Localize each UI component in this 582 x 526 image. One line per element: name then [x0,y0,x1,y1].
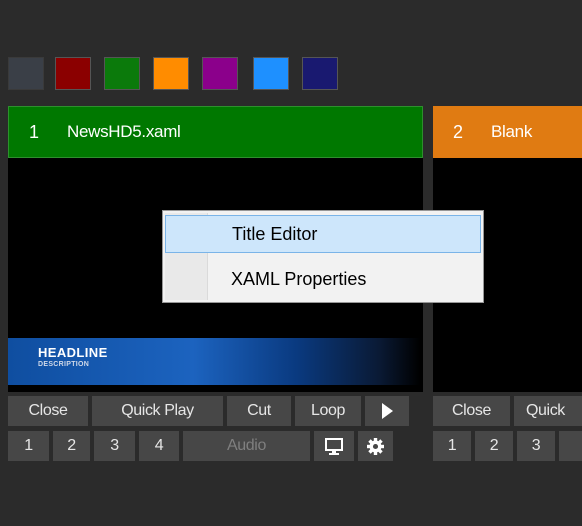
quick-play-button[interactable]: Quick Play [92,396,223,426]
context-menu: Title Editor XAML Properties [162,210,484,303]
preview-1-header[interactable]: 1 NewsHD5.xaml [8,106,423,158]
loop-button[interactable]: Loop [295,396,361,426]
close-button[interactable]: Close [8,396,88,426]
preview-2-controls: Close Quick [433,396,582,426]
preview-2-header[interactable]: 2 Blank [433,106,582,158]
lower-third-graphic: HEADLINE DESCRIPTION [8,338,420,385]
color-swatch-navy[interactable] [302,57,338,90]
preview-1-number: 1 [29,121,40,142]
play-icon [381,403,393,419]
color-swatch-purple[interactable] [202,57,238,90]
settings-button[interactable] [358,431,393,461]
output-1-button[interactable]: 1 [8,431,49,461]
output-1-button-2[interactable]: 1 [433,431,471,461]
color-swatch-orange[interactable] [153,57,189,90]
lower-third-headline: HEADLINE [38,345,108,360]
output-4-button[interactable]: 4 [139,431,179,461]
preview-1-name: NewsHD5.xaml [67,122,181,141]
preview-2-output-controls: 1 2 3 [433,431,582,461]
monitor-icon [325,437,343,455]
color-swatch-red[interactable] [55,57,91,90]
gear-icon [367,437,384,455]
output-3-button[interactable]: 3 [94,431,135,461]
color-swatch-blue[interactable] [253,57,289,90]
color-swatch-green[interactable] [104,57,140,90]
cut-button[interactable]: Cut [227,396,291,426]
preview-1-controls: Close Quick Play Cut Loop [8,396,413,426]
quick-play-button-2[interactable]: Quick [514,396,582,426]
output-3-button-2[interactable]: 3 [517,431,555,461]
monitor-button[interactable] [314,431,354,461]
menu-item-label: XAML Properties [231,269,367,289]
output-2-button-2[interactable]: 2 [475,431,513,461]
preview-2-number: 2 [453,121,464,142]
audio-button[interactable]: Audio [183,431,310,461]
close-button-2[interactable]: Close [433,396,510,426]
menu-item-title-editor[interactable]: Title Editor [165,215,481,253]
preview-2-name: Blank [491,122,533,141]
menu-item-label: Title Editor [232,224,318,244]
lower-third-description: DESCRIPTION [38,361,90,368]
preview-1-output-controls: 1 2 3 4 Audio [8,431,397,461]
app-window: 1 NewsHD5.xaml HEADLINE DESCRIPTION 2 Bl… [0,0,582,526]
color-swatch[interactable] [8,57,44,90]
menu-item-xaml-properties[interactable]: XAML Properties [165,261,481,299]
output-4-button-2[interactable] [559,431,582,461]
play-button[interactable] [365,396,409,426]
output-2-button[interactable]: 2 [53,431,90,461]
